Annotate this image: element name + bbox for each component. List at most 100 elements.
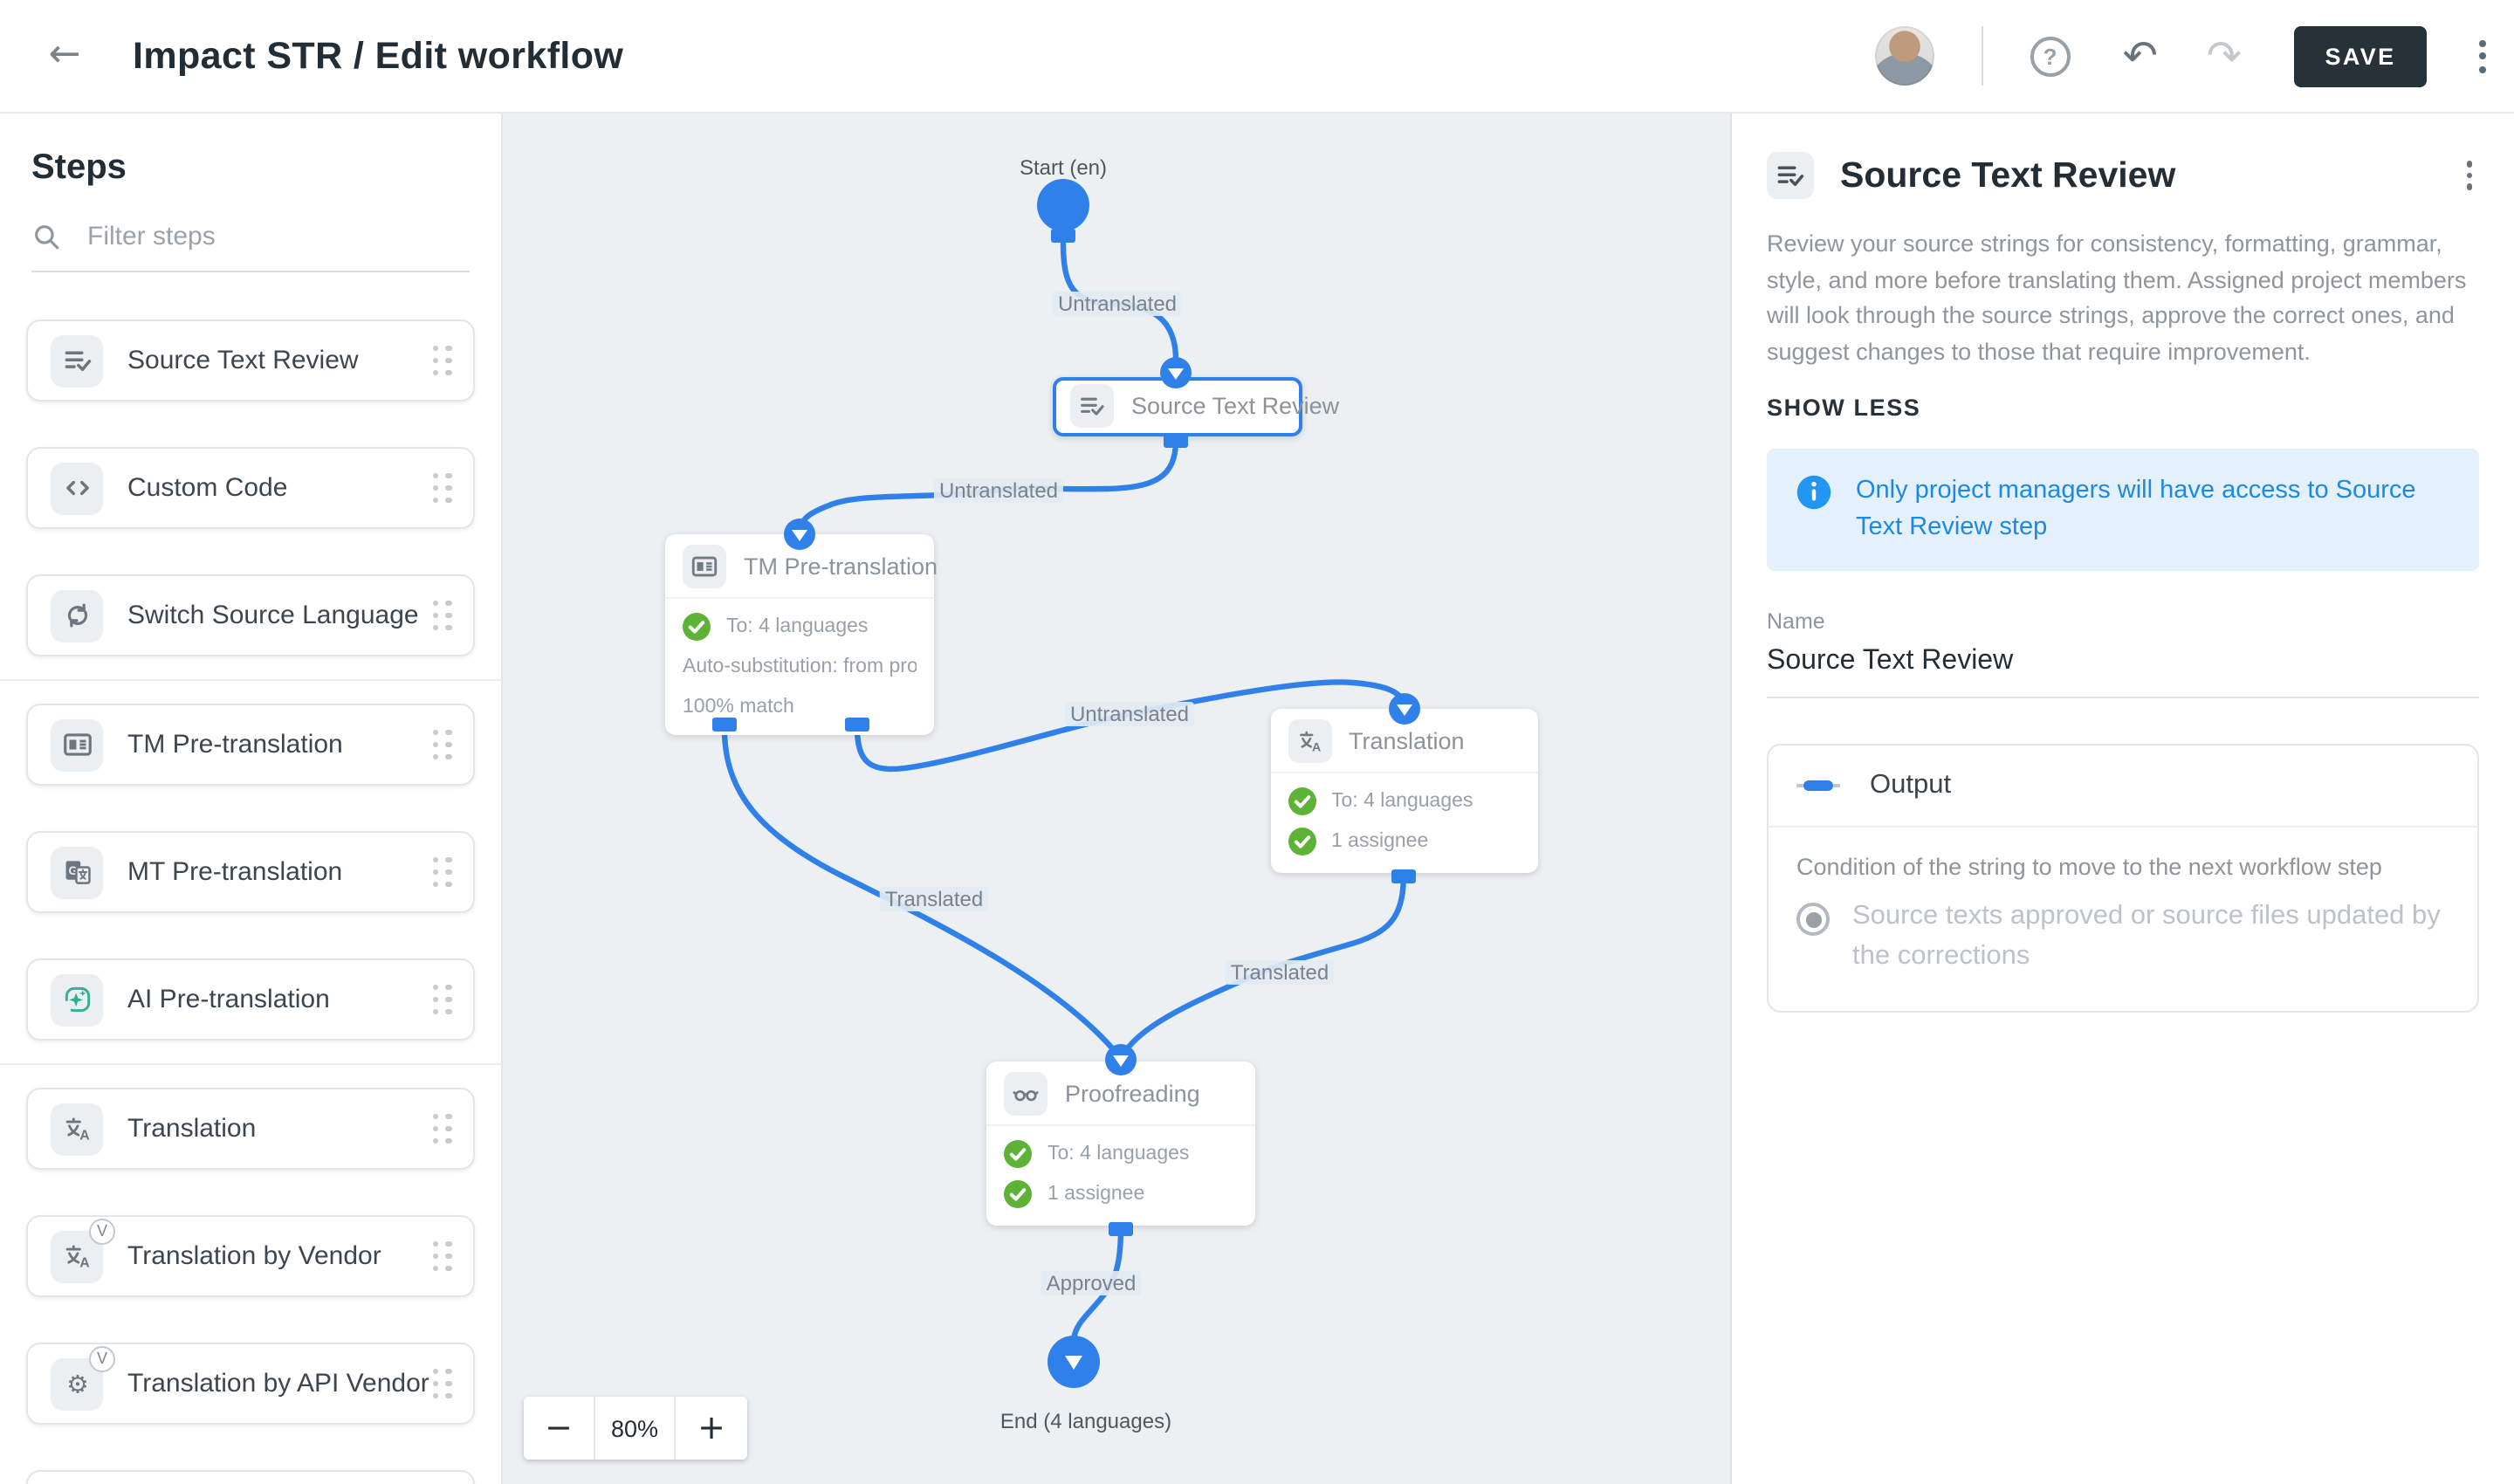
check-icon <box>1288 787 1315 815</box>
overflow-menu-icon[interactable] <box>2472 32 2493 79</box>
vendor-badge: V <box>89 1345 115 1371</box>
node-row: Auto-substitution: from proje… <box>683 653 917 681</box>
steps-sidebar: Steps Source Text Review Custom Code <box>0 113 503 1484</box>
drag-handle-icon[interactable] <box>432 1241 452 1272</box>
drag-handle-icon[interactable] <box>432 985 452 1015</box>
node-title: Translation <box>1349 727 1465 753</box>
sidebar-item-label: AI Pre-translation <box>127 985 330 1014</box>
sidebar-item-label: MT Pre-translation <box>127 857 342 887</box>
filter-steps-input[interactable] <box>84 220 470 253</box>
list-check-icon <box>1767 152 1814 199</box>
sidebar-title: Steps <box>31 148 470 189</box>
svg-text:A: A <box>1311 739 1320 753</box>
zoom-out-button[interactable]: − <box>524 1397 595 1460</box>
sidebar-item-label: Translation <box>127 1114 256 1144</box>
mt-icon: G <box>51 846 103 898</box>
svg-text:⚙: ⚙ <box>65 1370 88 1398</box>
glasses-icon <box>1004 1071 1048 1115</box>
code-icon <box>51 462 103 514</box>
output-condition-radio[interactable] <box>1796 903 1830 936</box>
show-less-link[interactable]: SHOW LESS <box>1767 395 2479 421</box>
edge-label-source-text-review-to-tm-pre-translation: Untranslated <box>934 477 1063 502</box>
translate-icon: A <box>51 1103 103 1155</box>
drag-handle-icon[interactable] <box>432 346 452 376</box>
filter-steps-field[interactable] <box>31 220 470 272</box>
sidebar-item-label: Translation by Vendor <box>127 1241 381 1271</box>
sidebar-item-translation[interactable]: A Translation <box>26 1088 475 1170</box>
node-row: To: 4 languages <box>683 613 917 641</box>
save-button[interactable]: SAVE <box>2294 25 2427 86</box>
sidebar-item-label: TM Pre-translation <box>127 730 343 759</box>
page-title: Impact STR / Edit workflow <box>133 34 623 78</box>
step-detail-panel: Source Text Review Review your source st… <box>1730 113 2514 1484</box>
end-node <box>1048 1336 1100 1388</box>
node-source-text-review[interactable]: Source Text Review <box>1053 376 1302 436</box>
check-icon <box>1288 828 1315 855</box>
help-icon[interactable]: ? <box>2030 36 2071 76</box>
start-node-stub <box>1051 229 1075 243</box>
node-translation[interactable]: A Translation To: 4 languages 1 assignee <box>1270 709 1538 873</box>
list-check-icon <box>51 334 103 387</box>
top-bar: ← Impact STR / Edit workflow ? ↶ ↷ SAVE <box>0 0 2514 113</box>
vendor-badge: V <box>89 1218 115 1244</box>
zoom-level: 80% <box>595 1397 676 1460</box>
node-tm-pre-translation[interactable]: TM Pre-translation To: 4 languages Auto-… <box>665 534 934 735</box>
edge-label-translation-to-proofreading: Translated <box>1226 960 1335 985</box>
edge-label-tm-pre-translation-to-translation: Untranslated <box>1065 702 1194 726</box>
gear-icon: ⚙ V <box>51 1357 103 1410</box>
zoom-in-button[interactable]: + <box>676 1397 747 1460</box>
sidebar-item-label: Source Text Review <box>127 346 359 375</box>
sidebar-item-label: Translation by API Vendor <box>127 1369 429 1398</box>
sidebar-item-crowdsourcing[interactable]: Crowdsourcing <box>26 1470 475 1484</box>
output-connector-icon <box>1796 781 1849 791</box>
sidebar-item-translation-by-api-vendor[interactable]: ⚙ V Translation by API Vendor <box>26 1343 475 1425</box>
sidebar-item-custom-code[interactable]: Custom Code <box>26 447 475 529</box>
workflow-editor: ← Impact STR / Edit workflow ? ↶ ↷ SAVE … <box>0 0 2514 1484</box>
node-row-text: To: 4 languages <box>726 616 868 637</box>
steps-group-divider <box>0 679 501 681</box>
node-row-text: To: 4 languages <box>1048 1144 1189 1165</box>
drag-handle-icon[interactable] <box>432 473 452 504</box>
node-title: Proofreading <box>1065 1080 1200 1106</box>
sidebar-item-source-text-review[interactable]: Source Text Review <box>26 319 475 402</box>
drag-handle-icon[interactable] <box>432 601 452 631</box>
edge-label-proofreading-to-end: Approved <box>1041 1271 1142 1295</box>
sidebar-item-translation-by-vendor[interactable]: A V Translation by Vendor <box>26 1215 475 1297</box>
node-title: TM Pre-translation <box>744 553 938 579</box>
detail-menu-icon[interactable] <box>2459 155 2479 197</box>
sidebar-item-switch-source-language[interactable]: Switch Source Language <box>26 574 475 656</box>
sidebar-item-mt-pre-translation[interactable]: G MT Pre-translation <box>26 831 475 913</box>
drag-handle-icon[interactable] <box>432 1369 452 1399</box>
sidebar-item-label: Switch Source Language <box>127 601 419 630</box>
sidebar-item-tm-pre-translation[interactable]: TM Pre-translation <box>26 704 475 786</box>
sidebar-item-ai-pre-translation[interactable]: AI Pre-translation <box>26 958 475 1041</box>
svg-text:A: A <box>79 1256 89 1271</box>
output-card: Output Condition of the string to move t… <box>1767 744 2479 1013</box>
drag-handle-icon[interactable] <box>432 857 452 888</box>
workflow-canvas[interactable]: Source Text Review TM Pre-translation To… <box>503 113 1730 1484</box>
node-row-text: 1 assignee <box>1331 831 1428 852</box>
info-icon <box>1795 473 1833 512</box>
sidebar-item-label: Custom Code <box>127 473 287 503</box>
avatar[interactable] <box>1875 26 1934 86</box>
name-field-value[interactable]: Source Text Review <box>1767 646 2479 698</box>
back-button[interactable]: ← <box>38 30 91 82</box>
check-icon <box>1004 1180 1032 1208</box>
output-condition-label: Condition of the string to move to the n… <box>1796 854 2449 880</box>
redo-icon[interactable]: ↷ <box>2207 35 2242 77</box>
info-banner: Only project managers will have access t… <box>1767 449 2479 571</box>
top-bar-actions: ? ↶ ↷ SAVE <box>1875 25 2514 86</box>
swap-icon <box>51 589 103 642</box>
drag-handle-icon[interactable] <box>432 1114 452 1144</box>
end-node-label: End (4 languages) <box>1000 1409 1171 1433</box>
divider <box>1982 26 1983 86</box>
edge-label-start-to-source-text-review: Untranslated <box>1053 292 1182 316</box>
steps-list: Source Text Review Custom Code Switch So… <box>26 319 475 1484</box>
info-banner-text: Only project managers will have access t… <box>1856 473 2451 546</box>
drag-handle-icon[interactable] <box>432 730 452 760</box>
svg-text:A: A <box>79 1129 89 1144</box>
edge-label-tm-pre-translation-to-proofreading: Translated <box>880 887 989 911</box>
undo-icon[interactable]: ↶ <box>2123 35 2158 77</box>
node-proofreading[interactable]: Proofreading To: 4 languages 1 assignee <box>986 1061 1255 1226</box>
node-row: 1 assignee <box>1004 1180 1238 1208</box>
